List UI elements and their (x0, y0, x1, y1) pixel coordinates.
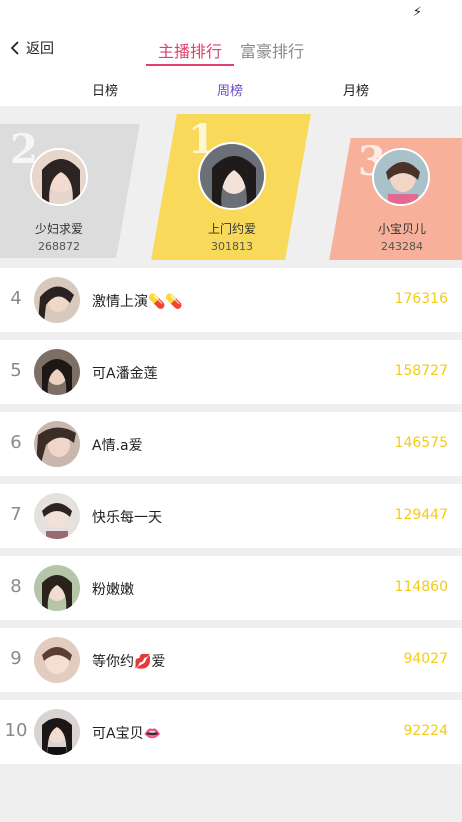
avatar[interactable] (372, 148, 430, 206)
streamer-name: A情.a爱 (92, 438, 143, 454)
score-value: 129447 (394, 507, 448, 523)
podium-score-3: 243284 (381, 240, 423, 253)
podium-name-3: 小宝贝儿 (377, 222, 426, 236)
streamer-name: 等你约💋爱 (92, 654, 166, 670)
rank-number: 10 (4, 720, 28, 741)
avatar[interactable] (198, 142, 266, 210)
avatar[interactable] (34, 637, 80, 683)
streamer-name: 快乐每一天 (92, 510, 162, 526)
rank-number: 7 (10, 504, 22, 525)
rank-number: 6 (10, 432, 22, 453)
score-value: 158727 (394, 363, 448, 379)
streamer-name: 可A宝贝👄 (92, 726, 162, 742)
rank-number: 8 (10, 576, 22, 597)
avatar[interactable] (34, 565, 80, 611)
podium-name-1: 上门约爱 (207, 222, 256, 236)
avatar[interactable] (34, 421, 80, 467)
list-item[interactable]: 10 可A宝贝👄 92224 (0, 700, 462, 764)
charging-icon: ⚡ (412, 5, 422, 20)
rank-number: 5 (10, 360, 22, 381)
avatar-photo-icon (34, 565, 80, 611)
avatar[interactable] (30, 148, 88, 206)
list-item[interactable]: 9 等你约💋爱 94027 (0, 628, 462, 692)
list-item[interactable]: 4 激情上演💊💊 176316 (0, 268, 462, 332)
avatar-photo-icon (34, 637, 80, 683)
tab-rich-ranking[interactable]: 富豪排行 (240, 24, 304, 72)
rank-number: 9 (10, 648, 22, 669)
status-bar: ⚡ (0, 0, 462, 24)
score-value: 146575 (394, 435, 448, 451)
avatar-photo-icon (34, 709, 80, 755)
score-value: 176316 (394, 291, 448, 307)
avatar-photo-icon (34, 349, 80, 395)
top-three-podium: 2 少妇求爱 268872 1 上门约爱 301813 3 小宝贝儿 24328… (0, 106, 462, 264)
list-item[interactable]: 6 A情.a爱 146575 (0, 412, 462, 476)
rank-number: 4 (10, 288, 22, 309)
list-item[interactable]: 5 可A潘金莲 158727 (0, 340, 462, 404)
avatar-photo-icon (34, 421, 80, 467)
streamer-name: 粉嫩嫩 (92, 582, 134, 598)
score-value: 92224 (403, 723, 448, 739)
avatar-photo-icon (34, 493, 80, 539)
list-item[interactable]: 8 粉嫩嫩 114860 (0, 556, 462, 620)
streamer-name: 激情上演💊💊 (92, 294, 183, 310)
avatar[interactable] (34, 349, 80, 395)
podium-name-2: 少妇求爱 (34, 222, 83, 236)
tab-monthly[interactable]: 月榜 (343, 80, 369, 99)
podium-score-2: 268872 (38, 240, 80, 253)
nav-bar: 返回 主播排行 富豪排行 (0, 24, 462, 72)
podium-score-1: 301813 (211, 240, 253, 253)
list-item[interactable]: 7 快乐每一天 129447 (0, 484, 462, 548)
period-tabs: 日榜 周榜 月榜 (0, 72, 462, 106)
streamer-name: 可A潘金莲 (92, 366, 158, 382)
tab-anchor-ranking[interactable]: 主播排行 (145, 24, 235, 72)
avatar-photo-icon (34, 277, 80, 323)
tab-daily[interactable]: 日榜 (92, 80, 118, 99)
avatar[interactable] (34, 709, 80, 755)
avatar[interactable] (34, 493, 80, 539)
avatar[interactable] (34, 277, 80, 323)
tab-weekly[interactable]: 周榜 (217, 80, 243, 99)
score-value: 94027 (403, 651, 448, 667)
score-value: 114860 (394, 579, 448, 595)
